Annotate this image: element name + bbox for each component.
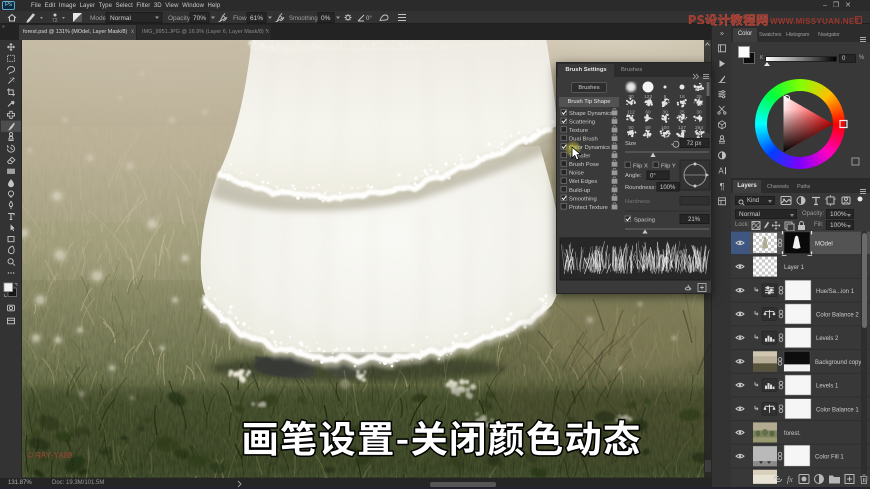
svg-text:112: 112 — [627, 110, 635, 116]
svg-text:Hue/Sa...ion 1: Hue/Sa...ion 1 — [816, 289, 855, 295]
svg-text:Color Balance 2: Color Balance 2 — [816, 312, 859, 318]
svg-text:0%: 0% — [321, 15, 331, 22]
svg-text:¶: ¶ — [720, 182, 725, 192]
svg-text:Background copy.: Background copy. — [815, 360, 863, 366]
svg-text:»: » — [720, 31, 724, 38]
svg-text:Hardness: Hardness — [625, 199, 650, 205]
svg-text:Wet Edges: Wet Edges — [569, 179, 597, 185]
svg-text:Levels 1: Levels 1 — [816, 384, 839, 390]
svg-text:Build-up: Build-up — [569, 188, 590, 194]
svg-text:Flip X: Flip X — [633, 164, 648, 170]
svg-text:MOdel: MOdel — [815, 241, 833, 247]
svg-text:Angle:: Angle: — [625, 173, 642, 179]
svg-text:Brush Pose: Brush Pose — [569, 162, 599, 168]
svg-text:Smoothing:: Smoothing: — [289, 16, 320, 22]
svg-text:18: 18 — [679, 94, 685, 100]
svg-text:0°: 0° — [366, 16, 372, 22]
svg-text:61%: 61% — [250, 15, 263, 22]
svg-text:Shape Dynamics: Shape Dynamics — [569, 111, 613, 117]
svg-text:forest.: forest. — [784, 431, 801, 437]
svg-text:A: A — [718, 167, 724, 176]
svg-text:100%: 100% — [660, 185, 676, 191]
svg-text:50: 50 — [628, 125, 634, 131]
svg-text:fx: fx — [787, 475, 793, 484]
svg-text:0°: 0° — [650, 174, 656, 180]
svg-text:Color Balance 1: Color Balance 1 — [816, 407, 859, 413]
svg-text:Smoothing: Smoothing — [569, 196, 597, 202]
svg-text:Size: Size — [625, 141, 636, 147]
svg-text:Noise: Noise — [569, 171, 584, 177]
svg-text:Levels 2: Levels 2 — [816, 336, 839, 342]
svg-text:Protect Texture: Protect Texture — [569, 205, 608, 211]
svg-text:Layer 1: Layer 1 — [784, 265, 805, 271]
svg-text:Color Fill 1: Color Fill 1 — [815, 455, 844, 461]
svg-text:Flip Y: Flip Y — [661, 164, 676, 170]
svg-text:Texture: Texture — [569, 128, 588, 134]
svg-text:Spacing: Spacing — [634, 218, 655, 224]
svg-text:72 px: 72 px — [687, 141, 702, 147]
svg-text:21%: 21% — [688, 217, 701, 223]
svg-text:Flow:: Flow: — [233, 15, 249, 22]
svg-text:Scattering: Scattering — [569, 119, 595, 125]
svg-text:Opacity:: Opacity: — [168, 15, 192, 22]
svg-text:Normal: Normal — [110, 15, 132, 22]
svg-text:60: 60 — [645, 110, 651, 116]
svg-text:30: 30 — [696, 110, 702, 116]
svg-text:70%: 70% — [193, 15, 206, 22]
svg-text:Roundness:: Roundness: — [625, 185, 656, 191]
